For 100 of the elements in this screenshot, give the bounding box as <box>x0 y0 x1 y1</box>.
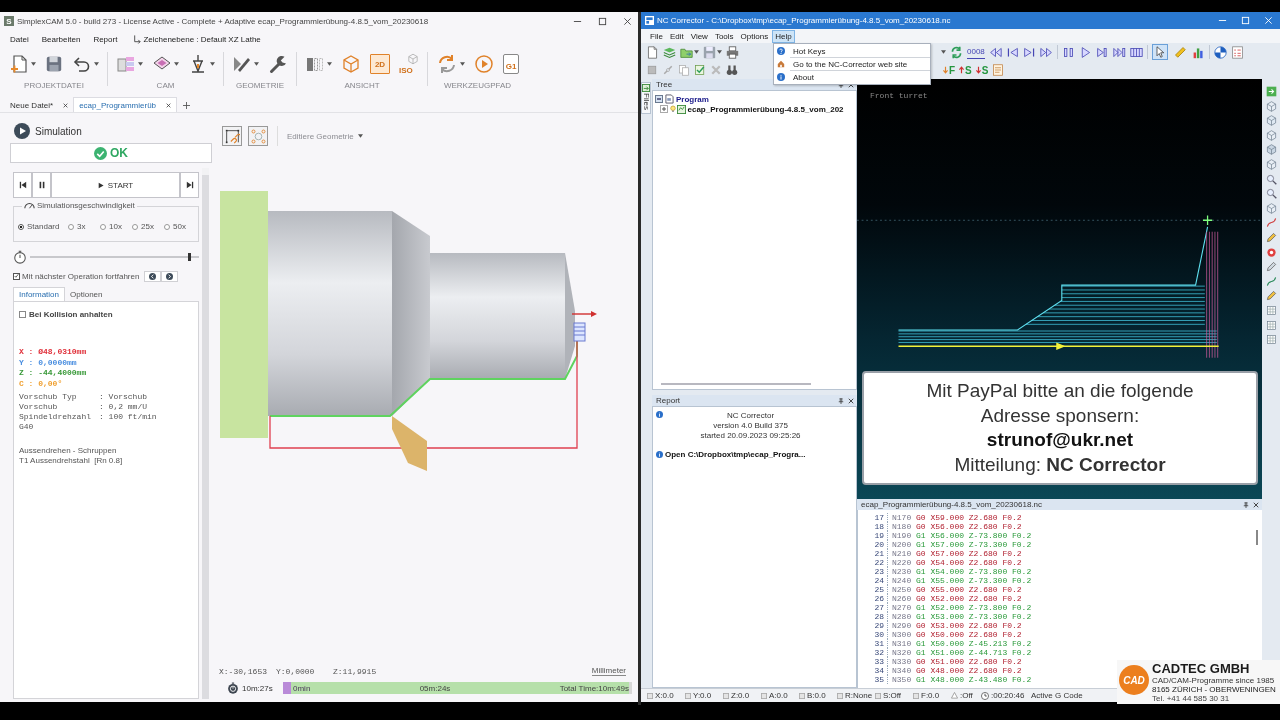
pin-icon[interactable] <box>1243 501 1249 508</box>
cube-icon[interactable] <box>1265 115 1277 127</box>
skip-back-icon[interactable] <box>18 181 27 189</box>
skip-forward-button[interactable] <box>180 172 199 198</box>
checkbox[interactable] <box>19 311 26 318</box>
document-tab[interactable]: Neue Datei* <box>5 98 74 112</box>
dropdown-caret-icon[interactable] <box>174 62 179 66</box>
dropdown-caret-icon[interactable] <box>941 50 946 54</box>
radio-label[interactable]: 25x <box>141 222 154 231</box>
panel-tab[interactable]: Information <box>13 287 66 301</box>
checkbox[interactable] <box>13 272 20 280</box>
playhead-marker[interactable] <box>283 682 291 694</box>
binoculars-icon[interactable] <box>726 64 738 76</box>
menu-item[interactable]: Hot Keys <box>793 46 826 56</box>
dropdown-caret-icon[interactable] <box>210 62 215 66</box>
play-icon[interactable] <box>97 181 105 189</box>
note-icon[interactable] <box>992 64 1005 76</box>
wrench-icon[interactable] <box>268 54 288 74</box>
unit-label[interactable]: Millimeter <box>591 666 626 676</box>
menu-item[interactable]: Bearbeiten <box>41 34 81 44</box>
menu-item[interactable]: View <box>687 29 711 43</box>
radio-label[interactable]: Standard <box>27 222 60 231</box>
panel-tab[interactable]: Optionen <box>65 288 108 301</box>
close-icon[interactable] <box>1253 501 1259 508</box>
dropdown-caret-icon[interactable] <box>94 62 99 66</box>
menu-item[interactable]: File <box>647 29 666 43</box>
timeline-track[interactable]: 0min 05m:24s Total Time:10m:49s <box>283 682 632 694</box>
pencil-icon[interactable] <box>1265 290 1277 302</box>
up-arrow-icon[interactable] <box>959 66 965 74</box>
fast-step-icon[interactable] <box>1112 45 1126 59</box>
skip-forward-icon[interactable] <box>185 181 194 189</box>
undo-icon[interactable] <box>72 54 92 74</box>
dropdown-caret-icon[interactable] <box>694 50 699 54</box>
tree-item[interactable]: Program <box>676 94 709 104</box>
radio-button[interactable] <box>18 223 24 230</box>
menu-item[interactable]: Report <box>93 34 118 44</box>
skip-back-button[interactable] <box>13 172 32 198</box>
radio-button[interactable] <box>68 223 74 230</box>
next-operation-button[interactable] <box>161 270 179 282</box>
arrow-tile-icon[interactable] <box>1265 86 1277 97</box>
maximize-icon[interactable] <box>598 16 607 26</box>
bars-icon[interactable] <box>1129 45 1143 59</box>
gcode-file-button[interactable]: G1 <box>503 54 519 74</box>
radio-button[interactable] <box>100 223 106 230</box>
pause-icon[interactable] <box>37 181 46 189</box>
cube-icon[interactable] <box>1265 144 1277 156</box>
pencil-icon[interactable] <box>1265 261 1277 273</box>
step-icon[interactable] <box>1095 45 1109 59</box>
scrollbar[interactable] <box>202 168 209 699</box>
fast-forward-icon[interactable] <box>1039 45 1053 59</box>
axis-plane-icon[interactable] <box>132 34 142 44</box>
cube-icon[interactable] <box>1265 129 1277 141</box>
radio-label[interactable]: 10x <box>109 222 122 231</box>
bar-chart-icon[interactable] <box>1191 45 1205 59</box>
menu-item[interactable]: Go to the NC-Corrector web site <box>793 59 908 69</box>
close-icon[interactable] <box>848 397 854 404</box>
drawing-plane-selector[interactable]: Zeichenebene : Default XZ Lathe <box>143 34 261 44</box>
check-document-icon[interactable] <box>694 64 706 76</box>
dropdown-caret-icon[interactable] <box>31 62 36 66</box>
step-back-icon[interactable] <box>1005 45 1019 59</box>
curve-icon[interactable] <box>1265 275 1277 287</box>
menu-item[interactable]: Tools <box>711 29 737 43</box>
menu-item[interactable]: Options <box>737 29 772 43</box>
cube-icon[interactable] <box>341 54 361 74</box>
previous-operation-button[interactable] <box>144 270 162 282</box>
menu-item[interactable]: Datei <box>10 34 29 44</box>
grid-icon[interactable] <box>1265 334 1277 346</box>
zoom-icon[interactable] <box>1265 173 1277 185</box>
dropdown-caret-icon[interactable] <box>327 62 332 66</box>
step-forward-icon[interactable] <box>1022 45 1036 59</box>
dropdown-caret-icon[interactable] <box>254 62 259 66</box>
cube-icon[interactable] <box>1265 158 1277 170</box>
save-icon[interactable] <box>45 55 63 73</box>
down-arrow-icon[interactable] <box>943 66 948 74</box>
tree-item[interactable]: ecap_Programmierübung-4.8.5_vom_202 <box>687 104 844 114</box>
radio-button[interactable] <box>132 223 138 230</box>
grid-icon[interactable] <box>1265 319 1277 331</box>
next-icon[interactable] <box>166 272 174 280</box>
slider-thumb[interactable] <box>187 253 191 261</box>
collapse-icon[interactable] <box>655 95 663 103</box>
pencil-ruler-icon[interactable] <box>232 54 252 74</box>
pin-icon[interactable] <box>838 397 844 404</box>
counter-button[interactable]: 0008 <box>967 45 985 59</box>
radio-label[interactable]: 3x <box>77 222 86 231</box>
layers-icon[interactable] <box>663 45 676 59</box>
curve-icon[interactable] <box>1265 217 1277 229</box>
checkbox-label[interactable]: Mit nächster Operation fortfahren <box>22 271 140 281</box>
checkbox-label[interactable]: Bei Kollision anhalten <box>29 310 113 319</box>
pie-chart-icon[interactable] <box>1213 45 1227 59</box>
start-button[interactable]: START <box>51 172 180 198</box>
target-icon[interactable] <box>1265 246 1277 258</box>
previous-icon[interactable] <box>149 272 157 280</box>
play-circle-icon[interactable] <box>14 123 30 139</box>
cube-icon[interactable] <box>1265 202 1277 214</box>
down-arrow-icon[interactable] <box>975 66 981 74</box>
files-tab[interactable]: Files <box>641 82 651 114</box>
radio-button[interactable] <box>164 223 170 230</box>
grid-icon[interactable] <box>1265 304 1277 316</box>
rewind-icon[interactable] <box>988 45 1002 59</box>
dropdown-caret-icon[interactable] <box>717 50 722 54</box>
